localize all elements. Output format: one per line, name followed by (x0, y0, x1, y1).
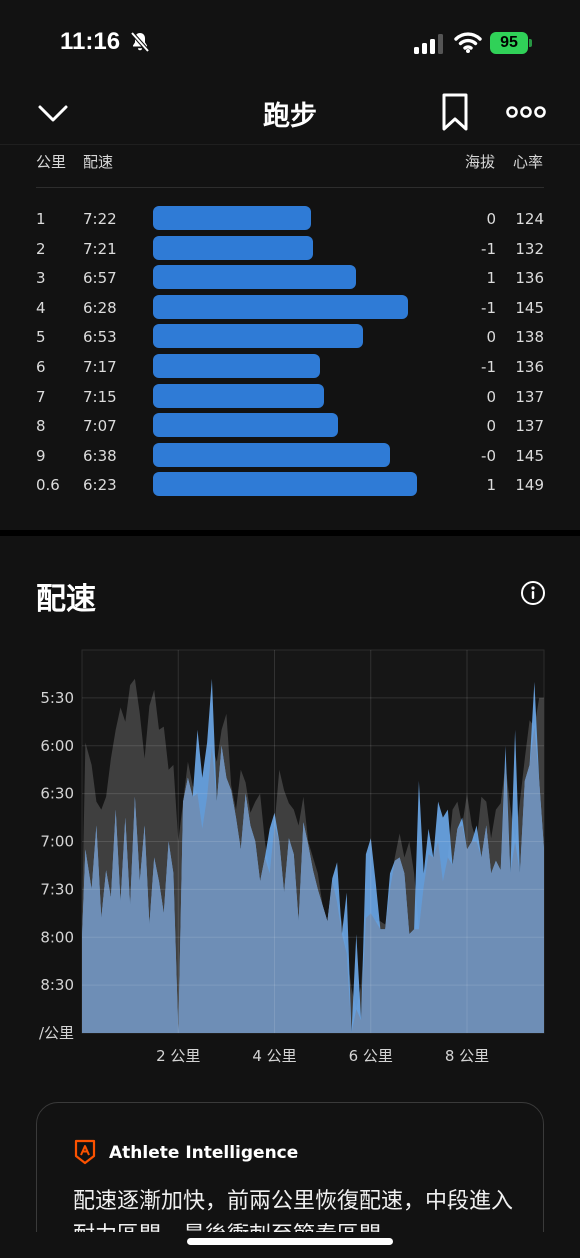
split-elevation: 0 (486, 328, 496, 347)
bottom-fade (0, 1232, 580, 1258)
more-options-icon[interactable] (506, 102, 546, 122)
split-elevation: -0 (481, 446, 496, 465)
split-heart-rate: 124 (515, 210, 544, 228)
nav-bar: 跑步 (0, 86, 580, 144)
status-bar: 11:16 95 (0, 0, 580, 86)
y-unit-label: /公里 (39, 1024, 74, 1042)
battery-indicator: 95 (490, 32, 532, 54)
x-tick-label: 6 公里 (349, 1047, 393, 1065)
x-tick-label: 2 公里 (156, 1047, 200, 1065)
bell-slash-icon (130, 31, 150, 53)
split-pace-bar (153, 354, 320, 378)
split-km: 4 (36, 298, 46, 317)
home-indicator[interactable] (187, 1238, 393, 1245)
split-heart-rate: 136 (515, 358, 544, 376)
split-pace: 7:07 (83, 417, 117, 436)
header-km: 公里 (36, 153, 67, 171)
pace-section-title: 配速 (36, 582, 96, 617)
split-heart-rate: 137 (515, 387, 544, 406)
split-heart-rate: 145 (515, 446, 544, 465)
split-pace: 6:53 (83, 328, 117, 347)
pace-chart: 5:30 6:00 6:30 7:00 7:30 8:00 8:30/公里 2 公里 4 公里 6… (39, 649, 545, 1065)
split-km: 6 (36, 358, 46, 376)
split-pace-bar (153, 383, 324, 408)
split-elevation: 1 (486, 269, 496, 288)
split-heart-rate: 138 (515, 328, 544, 347)
split-km: 3 (36, 269, 46, 288)
y-tick-label: 8:00 (40, 928, 74, 946)
split-heart-rate: 136 (515, 269, 544, 288)
split-km: 1 (36, 210, 46, 228)
y-tick-label: 8:30 (40, 976, 74, 994)
athlete-intelligence-logo-icon (74, 1139, 96, 1165)
split-elevation: -1 (481, 358, 496, 376)
split-heart-rate: 145 (515, 298, 544, 317)
split-pace: 6:23 (83, 476, 117, 495)
battery-percent: 95 (500, 34, 518, 51)
header-elevation: 海拔 (465, 153, 496, 171)
header-heart-rate: 心率 (513, 153, 544, 171)
split-row: 6 7:17 -1 136 (0, 352, 580, 382)
split-km: 8 (36, 417, 46, 436)
split-row: 0.6 6:23 1 149 (0, 470, 580, 500)
split-pace: 6:38 (83, 446, 117, 465)
split-km: 7 (36, 387, 46, 406)
split-pace: 6:28 (83, 298, 117, 317)
split-row: 2 7:21 -1 132 (0, 234, 580, 264)
split-pace-bar (153, 324, 363, 349)
split-row: 9 6:38 -0 145 (0, 441, 580, 471)
splits-header: 公里 配速 海拔 心率 (0, 144, 580, 188)
split-elevation: -1 (481, 298, 496, 317)
split-pace: 7:17 (83, 358, 117, 376)
x-tick-label: 8 公里 (445, 1047, 489, 1065)
split-km: 5 (36, 328, 46, 347)
split-pace-bar (153, 442, 390, 467)
y-tick-label: 7:00 (40, 833, 74, 851)
split-km: 9 (36, 446, 46, 465)
split-pace-bar (153, 206, 311, 230)
split-elevation: 0 (486, 210, 496, 228)
split-row: 4 6:28 -1 145 (0, 293, 580, 323)
split-pace-bar (153, 265, 356, 290)
split-pace: 7:22 (83, 210, 117, 228)
y-tick-label: 5:30 (40, 689, 74, 707)
split-elevation: 0 (486, 417, 496, 436)
split-elevation: 0 (486, 387, 496, 406)
split-row: 5 6:53 0 138 (0, 322, 580, 352)
split-elevation: -1 (481, 239, 496, 258)
y-tick-label: 7:30 (40, 880, 74, 898)
split-row: 7 7:15 0 137 (0, 382, 580, 412)
split-pace-bar (153, 294, 408, 319)
split-elevation: 1 (486, 476, 496, 495)
section-divider (0, 530, 580, 536)
split-km: 0.6 (36, 476, 60, 495)
split-heart-rate: 149 (515, 476, 544, 495)
split-pace: 7:21 (83, 239, 117, 258)
split-pace-bar (153, 235, 313, 260)
wifi-icon (454, 32, 482, 53)
y-tick-label: 6:30 (40, 785, 74, 803)
split-pace: 7:15 (83, 387, 117, 406)
split-row: 1 7:22 0 124 (0, 204, 580, 234)
ai-card-title: Athlete Intelligence (109, 1143, 299, 1163)
info-icon[interactable] (520, 580, 546, 606)
split-km: 2 (36, 239, 46, 258)
bookmark-icon[interactable] (440, 92, 470, 132)
x-tick-label: 4 公里 (252, 1047, 296, 1065)
y-tick-label: 6:00 (40, 737, 74, 755)
split-heart-rate: 137 (515, 417, 544, 436)
split-heart-rate: 132 (515, 239, 544, 258)
status-time: 11:16 (60, 28, 121, 55)
header-divider (36, 187, 544, 188)
split-pace: 6:57 (83, 269, 117, 288)
cellular-signal-icon (414, 34, 443, 54)
split-pace-bar (153, 413, 338, 438)
header-pace: 配速 (83, 153, 114, 171)
split-row: 3 6:57 1 136 (0, 263, 580, 293)
split-row: 8 7:07 0 137 (0, 411, 580, 441)
split-pace-bar (153, 472, 417, 497)
page-title: 跑步 (263, 101, 317, 132)
